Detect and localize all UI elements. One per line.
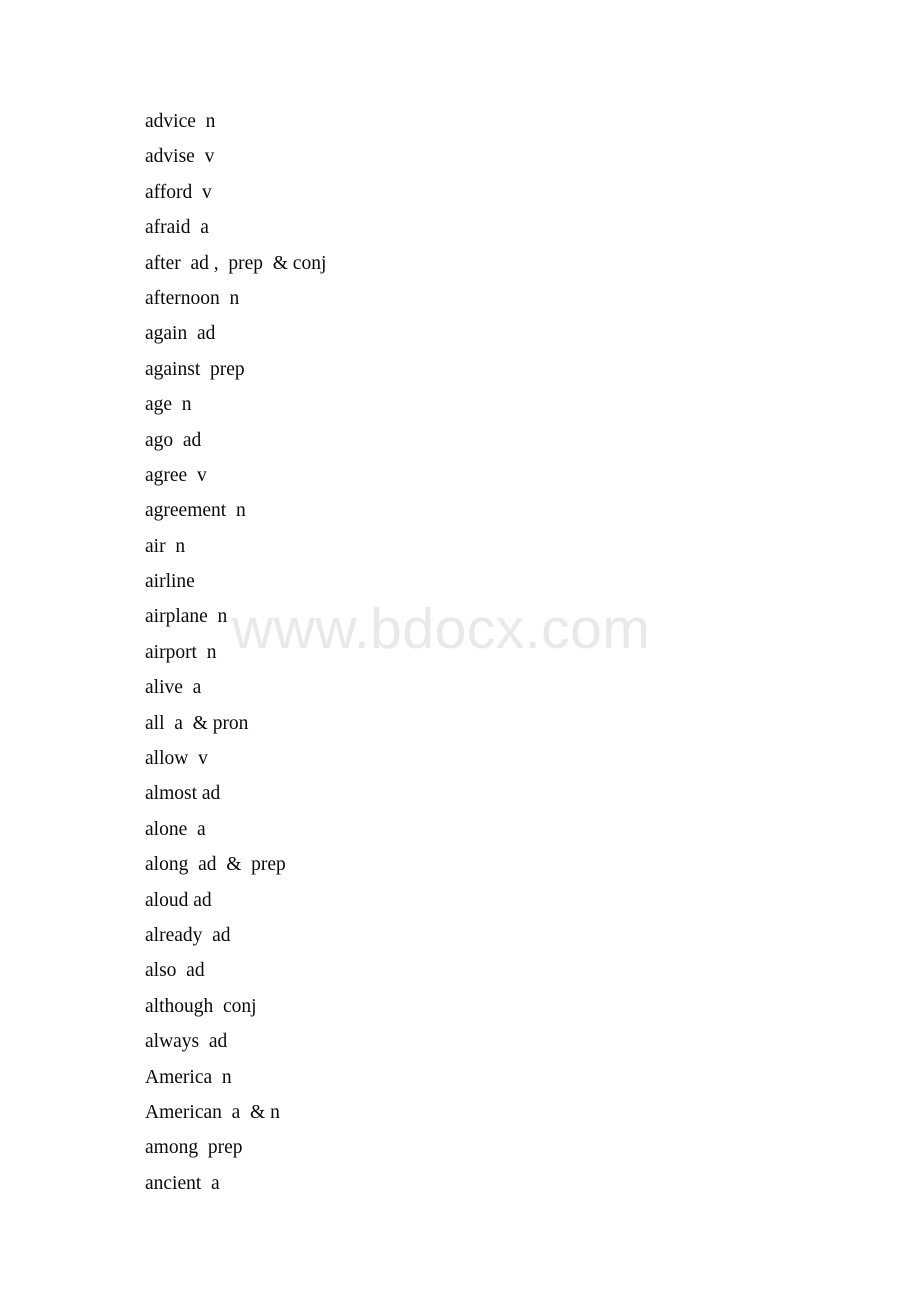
word-list-entry: after ad , prep & conj	[145, 252, 327, 274]
word-list-entry: age n	[145, 394, 192, 416]
word-list-entry: although conj	[145, 995, 257, 1017]
word-list-entry: again ad	[145, 323, 216, 345]
word-list-entry: agreement n	[145, 500, 246, 522]
word-list-entry: also ad	[145, 960, 205, 982]
word-list-entry: alive a	[145, 677, 202, 699]
word-list-entry: airline	[145, 571, 195, 593]
word-list-entry: aloud ad	[145, 889, 212, 911]
word-list-entry: America n	[145, 1066, 232, 1088]
document-page: www.bdocx.com advice n advise v afford v af…	[0, 0, 920, 1302]
word-list-entry: afternoon n	[145, 287, 240, 309]
word-list-entry: airport n	[145, 641, 217, 663]
word-list-entry: ago ad	[145, 429, 202, 451]
word-list-entry: advice n	[145, 111, 216, 132]
word-list-entry: afford v	[145, 181, 212, 203]
word-list-entry: against prep	[145, 358, 245, 380]
word-list-entry: afraid a	[145, 217, 209, 239]
word-list-entry: American a & n	[145, 1101, 280, 1123]
word-list-entry: allow v	[145, 748, 208, 770]
word-list-entry: among prep	[145, 1137, 243, 1159]
word-list-entry: advise v	[145, 146, 215, 168]
word-list-entry: agree v	[145, 464, 207, 486]
word-list-entry: along ad & prep	[145, 854, 286, 876]
word-list-entry: airplane n	[145, 606, 228, 628]
word-list-entry: already ad	[145, 924, 231, 946]
word-list-entry: air n	[145, 535, 186, 557]
word-list: advice n advise v afford v afraid a after ad…	[145, 104, 845, 1201]
word-list-entry: all a & pron	[145, 712, 249, 734]
word-list-entry: ancient a	[145, 1172, 220, 1194]
word-list-entry: always ad	[145, 1031, 228, 1053]
word-list-entry: alone a	[145, 818, 206, 840]
word-list-entry: almost ad	[145, 783, 221, 805]
